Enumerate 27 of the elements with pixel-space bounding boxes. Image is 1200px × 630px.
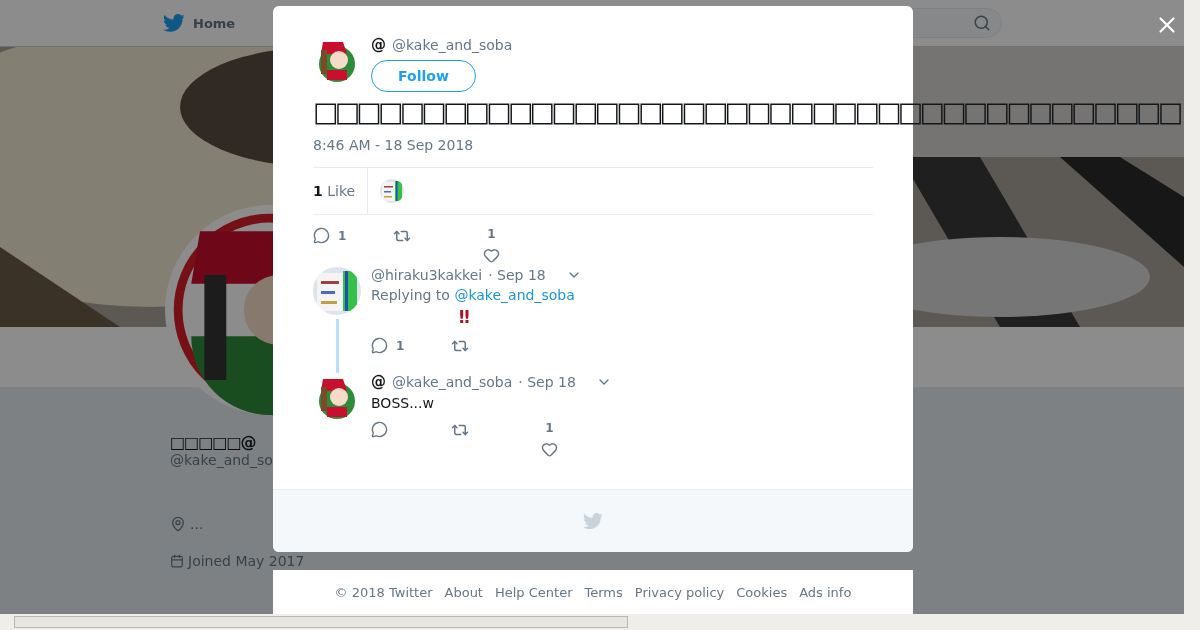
reply-text: BOSS...w (371, 395, 435, 411)
scrollbar-thumb[interactable] (14, 616, 628, 628)
joined-date: Joined May 2017 (188, 555, 305, 567)
footer-link[interactable]: Privacy policy (634, 584, 725, 600)
display-name: @ (371, 373, 386, 391)
footer-link[interactable]: Help Center (494, 584, 573, 600)
footer-link[interactable]: About (444, 584, 483, 600)
calendar-icon (170, 554, 184, 568)
profile-location: ... (190, 516, 204, 532)
footer-link[interactable]: Ads info (799, 584, 852, 600)
heart-icon (541, 441, 558, 458)
reply-date: · Sep 18 (518, 374, 576, 390)
twitter-bird-icon (583, 512, 603, 530)
profile-handle: @kake_and_so (170, 452, 274, 468)
footer-link[interactable]: Cookies (736, 584, 788, 600)
footer-link[interactable]: Terms (584, 584, 623, 600)
vertical-scrollbar[interactable] (1184, 0, 1200, 614)
twitter-bird-icon (163, 14, 185, 32)
location-icon (170, 516, 186, 532)
reply-count: 1 (396, 338, 405, 353)
reply-icon (371, 337, 388, 354)
like-count: 1 (545, 421, 554, 435)
reply-icon (371, 421, 388, 438)
home-link[interactable]: Home (193, 15, 236, 31)
user-handle: @kake_and_soba (392, 374, 513, 390)
profile-name: □□□□□@ (170, 433, 256, 452)
search-icon (973, 14, 991, 32)
